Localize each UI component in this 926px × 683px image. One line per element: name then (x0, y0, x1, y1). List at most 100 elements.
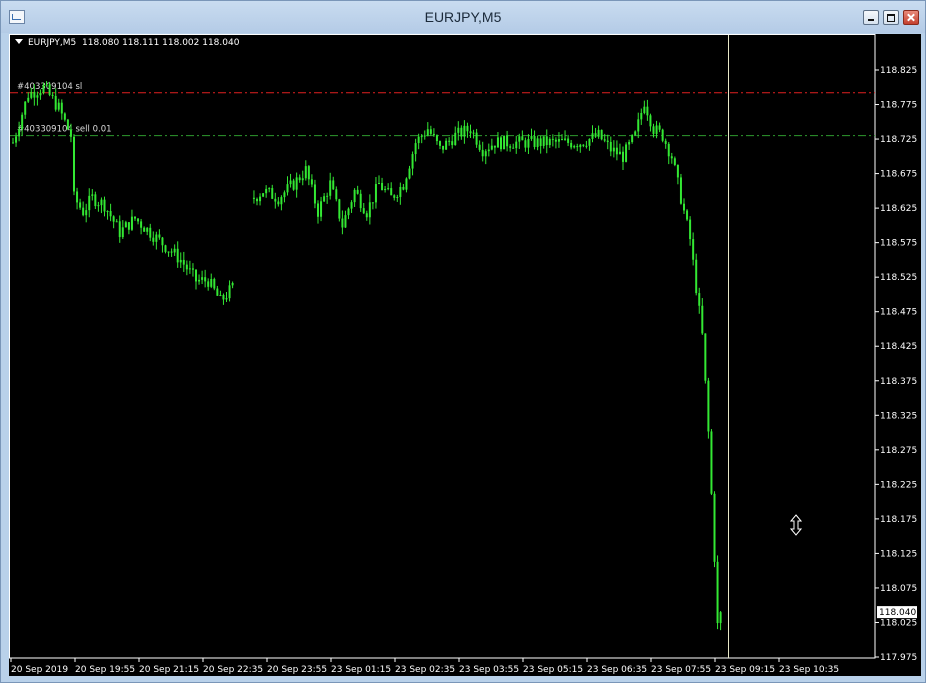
price-tick-label: 118.825 (880, 66, 917, 76)
candle-body (530, 136, 533, 139)
candle-body (554, 139, 557, 142)
candle-body (509, 146, 512, 148)
candle-body (432, 133, 435, 136)
candle-body (298, 177, 301, 181)
chart-window: EURJPY,M5 118.825 118.775 118.725 118.675 11… (0, 0, 926, 683)
candle-body (527, 138, 530, 148)
candle-body (561, 139, 563, 141)
candle-body (182, 259, 185, 265)
candle-body (670, 156, 673, 159)
candle-body (301, 178, 304, 181)
candle-body (140, 221, 143, 228)
plot-border (9, 34, 876, 659)
candle-body (94, 194, 97, 207)
candle-body (51, 94, 54, 96)
minimize-button[interactable] (863, 10, 879, 25)
candle-body (143, 227, 146, 232)
time-tick-label: 23 Sep 03:55 (459, 665, 519, 675)
candle-body (69, 129, 72, 137)
candle-body (259, 196, 262, 202)
candle-body (646, 106, 649, 116)
order-line-label: #403309104 sell 0.01 (17, 125, 112, 135)
candle-body (716, 561, 719, 624)
candle-body (268, 188, 271, 190)
candle-body (719, 612, 722, 624)
candle-body (493, 145, 496, 148)
close-button[interactable] (903, 10, 919, 25)
candle-body (155, 234, 158, 242)
candle-body (320, 201, 323, 217)
candle-body (262, 193, 265, 197)
candle-body (231, 282, 234, 286)
candle-body (579, 144, 582, 148)
candle-body (256, 198, 258, 202)
candle-body (30, 91, 33, 98)
candle-body (469, 131, 472, 134)
candle-body (701, 305, 704, 334)
candle-body (103, 199, 106, 212)
candle-body (588, 138, 591, 146)
candle-body (341, 218, 344, 228)
candle-body (576, 146, 579, 148)
candle-body (384, 189, 387, 191)
candle-body (548, 138, 551, 146)
candle-body (615, 147, 618, 155)
candle-body (423, 135, 426, 137)
candle-body (570, 142, 573, 148)
candle-body (317, 203, 319, 217)
candle-body (460, 127, 463, 137)
candle-body (286, 184, 289, 193)
candle-body (439, 141, 441, 146)
candle-body (515, 141, 518, 149)
candle-body (188, 268, 191, 270)
candle-body (344, 215, 347, 228)
candle-body (606, 140, 609, 142)
chart-header: EURJPY,M5 118.080 118.111 118.002 118.04… (15, 38, 239, 48)
price-tick-label: 118.075 (880, 584, 917, 594)
candle-body (137, 218, 140, 222)
candle-body (655, 125, 658, 134)
candle-body (130, 216, 133, 230)
price-tick-label: 118.475 (880, 308, 917, 318)
candle-body (521, 136, 524, 141)
candle-body (704, 333, 707, 381)
candle-body (622, 151, 624, 162)
candle-body (265, 188, 268, 194)
candle-body (73, 136, 75, 192)
candle-body (79, 202, 82, 208)
candle-body (27, 97, 30, 102)
candle-body (478, 144, 481, 150)
dropdown-triangle-icon[interactable] (15, 39, 23, 44)
candle-body (158, 234, 161, 238)
candle-body (277, 201, 280, 205)
candle-body (310, 179, 313, 185)
candle-body (127, 222, 130, 230)
candle-body (368, 202, 371, 218)
candle-body (472, 132, 475, 134)
chart-area[interactable]: 118.825 118.775 118.725 118.675 118.625 118.5… (9, 34, 921, 676)
candle-body (643, 106, 646, 113)
title-bar[interactable]: EURJPY,M5 (1, 1, 925, 33)
candle-body (484, 151, 487, 157)
time-tick-label: 20 Sep 22:35 (203, 665, 263, 675)
candle-body (692, 239, 695, 260)
candle-body (216, 288, 219, 296)
price-tick-label: 118.325 (880, 411, 917, 421)
chart-ohlc: 118.080 118.111 118.002 118.040 (82, 38, 240, 48)
time-tick-label: 20 Sep 2019 (11, 665, 68, 675)
candle-body (603, 139, 606, 141)
candle-body (365, 213, 368, 218)
current-price-label: 118.040 (879, 608, 916, 618)
candle-body (57, 102, 60, 110)
candle-body (45, 84, 48, 86)
candle-body (225, 298, 228, 300)
candle-body (15, 136, 18, 143)
maximize-button[interactable] (883, 10, 899, 25)
window-title: EURJPY,M5 (424, 9, 502, 25)
price-chart[interactable]: 118.825 118.775 118.725 118.675 118.625 118.5… (9, 34, 921, 676)
candle-body (445, 140, 448, 150)
price-tick-label: 118.525 (880, 273, 917, 283)
candle-body (42, 84, 45, 93)
candle-body (393, 195, 396, 198)
candle-body (689, 219, 692, 240)
